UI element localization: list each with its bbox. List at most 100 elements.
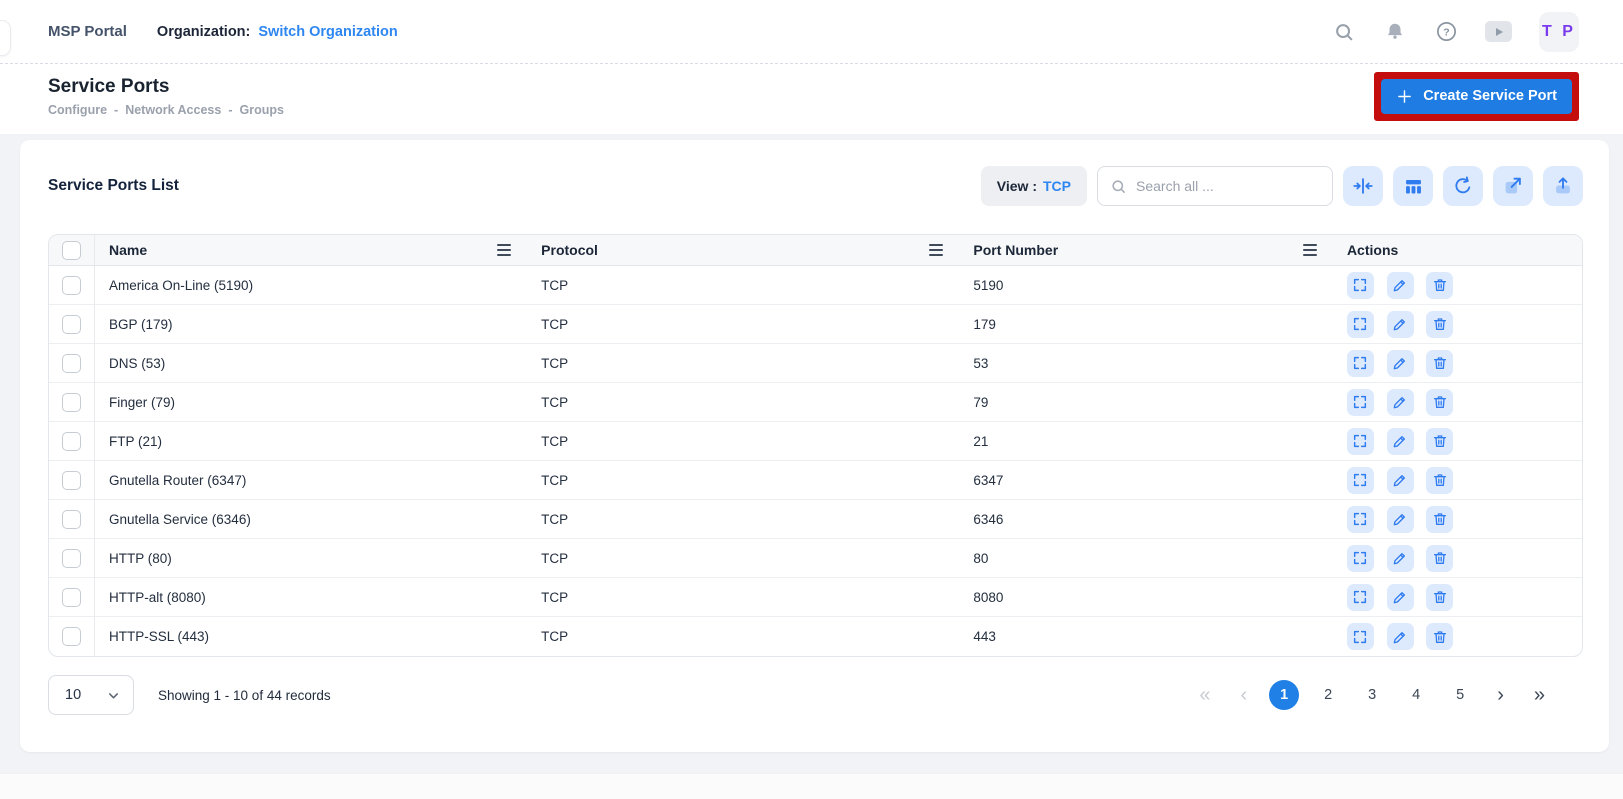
help-icon[interactable]: ? [1434, 20, 1458, 44]
row-checkbox[interactable] [62, 627, 81, 646]
table-footer: 10 Showing 1 - 10 of 44 records « ‹ 1234… [48, 675, 1583, 715]
row-checkbox[interactable] [62, 471, 81, 490]
delete-icon[interactable] [1426, 506, 1453, 533]
search-icon[interactable] [1332, 20, 1356, 44]
row-checkbox-cell [49, 305, 95, 343]
expand-row-icon[interactable] [1347, 545, 1374, 572]
cell-name: BGP (179) [95, 317, 527, 332]
breadcrumb-item-groups[interactable]: Groups [240, 103, 284, 117]
row-checkbox-cell [49, 500, 95, 538]
row-checkbox[interactable] [62, 510, 81, 529]
view-filter-button[interactable]: View : TCP [981, 166, 1087, 206]
edit-icon[interactable] [1387, 584, 1414, 611]
delete-icon[interactable] [1426, 350, 1453, 377]
row-checkbox[interactable] [62, 276, 81, 295]
page-number-button[interactable]: 5 [1445, 680, 1475, 710]
cell-actions [1333, 311, 1582, 338]
page-content: Service Ports List View : TCP [0, 134, 1623, 773]
delete-icon[interactable] [1426, 389, 1453, 416]
switch-organization-link[interactable]: Switch Organization [258, 24, 397, 40]
row-checkbox[interactable] [62, 549, 81, 568]
row-checkbox[interactable] [62, 588, 81, 607]
delete-icon[interactable] [1426, 584, 1453, 611]
expand-row-icon[interactable] [1347, 389, 1374, 416]
pagination: « ‹ 12345 › » [1191, 680, 1583, 710]
edit-icon[interactable] [1387, 545, 1414, 572]
table-row: Finger (79) TCP 79 [49, 383, 1582, 422]
cell-protocol: TCP [527, 278, 959, 293]
service-ports-card: Service Ports List View : TCP [20, 140, 1609, 752]
records-summary: Showing 1 - 10 of 44 records [158, 688, 331, 703]
expand-row-icon[interactable] [1347, 350, 1374, 377]
collapse-columns-icon[interactable] [1343, 166, 1383, 206]
row-checkbox[interactable] [62, 393, 81, 412]
export-icon[interactable] [1543, 166, 1583, 206]
cell-name: HTTP-SSL (443) [95, 629, 527, 644]
column-menu-icon[interactable] [929, 244, 943, 255]
user-avatar[interactable]: T P [1539, 12, 1579, 52]
cell-protocol: TCP [527, 590, 959, 605]
cell-protocol: TCP [527, 512, 959, 527]
next-page-button[interactable]: › [1489, 685, 1512, 705]
page-number-button[interactable]: 3 [1357, 680, 1387, 710]
edit-icon[interactable] [1387, 467, 1414, 494]
row-checkbox-cell [49, 578, 95, 616]
row-checkbox[interactable] [62, 432, 81, 451]
cell-port-number: 8080 [959, 590, 1333, 605]
view-filter-value: TCP [1043, 178, 1071, 194]
cell-name: Gnutella Service (6346) [95, 512, 527, 527]
page-number-button[interactable]: 1 [1269, 680, 1299, 710]
sidebar-collapse-handle[interactable] [0, 20, 11, 56]
cell-actions [1333, 506, 1582, 533]
column-menu-icon[interactable] [1303, 244, 1317, 255]
cell-actions [1333, 350, 1582, 377]
expand-row-icon[interactable] [1347, 272, 1374, 299]
refresh-icon[interactable] [1443, 166, 1483, 206]
edit-icon[interactable] [1387, 311, 1414, 338]
breadcrumb-item-configure[interactable]: Configure [48, 103, 107, 117]
row-checkbox-cell [49, 539, 95, 577]
edit-icon[interactable] [1387, 350, 1414, 377]
edit-icon[interactable] [1387, 389, 1414, 416]
edit-icon[interactable] [1387, 428, 1414, 455]
breadcrumb-separator: - [114, 103, 118, 117]
cell-name: Finger (79) [95, 395, 527, 410]
open-external-icon[interactable] [1493, 166, 1533, 206]
page-number-button[interactable]: 2 [1313, 680, 1343, 710]
create-service-port-button[interactable]: Create Service Port [1381, 79, 1572, 114]
page-size-select[interactable]: 10 [48, 675, 134, 715]
edit-icon[interactable] [1387, 506, 1414, 533]
expand-row-icon[interactable] [1347, 584, 1374, 611]
expand-row-icon[interactable] [1347, 428, 1374, 455]
search-input[interactable] [1136, 178, 1320, 194]
expand-row-icon[interactable] [1347, 506, 1374, 533]
topbar-actions: ? T P [1332, 12, 1579, 52]
edit-icon[interactable] [1387, 272, 1414, 299]
delete-icon[interactable] [1426, 623, 1453, 650]
expand-row-icon[interactable] [1347, 467, 1374, 494]
columns-icon[interactable] [1393, 166, 1433, 206]
column-menu-icon[interactable] [497, 244, 511, 255]
expand-row-icon[interactable] [1347, 623, 1374, 650]
cell-actions [1333, 389, 1582, 416]
edit-icon[interactable] [1387, 623, 1414, 650]
row-checkbox[interactable] [62, 315, 81, 334]
expand-row-icon[interactable] [1347, 311, 1374, 338]
page-number-button[interactable]: 4 [1401, 680, 1431, 710]
delete-icon[interactable] [1426, 311, 1453, 338]
select-all-checkbox[interactable] [62, 241, 81, 260]
delete-icon[interactable] [1426, 467, 1453, 494]
delete-icon[interactable] [1426, 428, 1453, 455]
last-page-button[interactable]: » [1526, 685, 1553, 705]
notifications-icon[interactable] [1383, 20, 1407, 44]
delete-icon[interactable] [1426, 545, 1453, 572]
first-page-button[interactable]: « [1191, 685, 1218, 705]
video-tutorial-icon[interactable] [1485, 21, 1512, 42]
delete-icon[interactable] [1426, 272, 1453, 299]
table-row: FTP (21) TCP 21 [49, 422, 1582, 461]
cell-name: DNS (53) [95, 356, 527, 371]
row-checkbox[interactable] [62, 354, 81, 373]
breadcrumb-item-network-access[interactable]: Network Access [125, 103, 221, 117]
previous-page-button[interactable]: ‹ [1233, 685, 1256, 705]
cell-name: HTTP-alt (8080) [95, 590, 527, 605]
